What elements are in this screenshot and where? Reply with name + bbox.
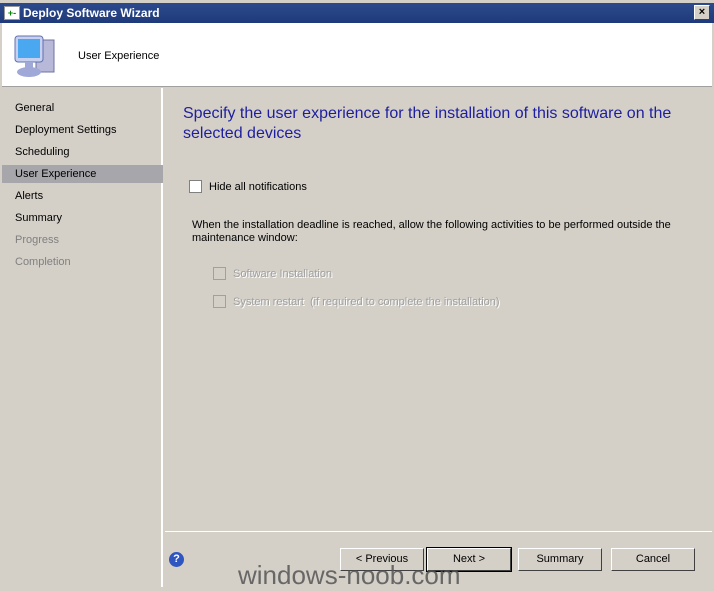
system-restart-label: System restart (if required to complete … (233, 296, 500, 308)
main-panel: Specify the user experience for the inst… (165, 88, 712, 531)
nav-general[interactable]: General (2, 99, 163, 117)
nav-summary[interactable]: Summary (2, 209, 163, 227)
deadline-text: When the installation deadline is reache… (192, 219, 671, 244)
wizard-nav: General Deployment Settings Scheduling U… (2, 88, 163, 587)
software-installation-checkbox (213, 267, 226, 280)
window-title: Deploy Software Wizard (23, 6, 160, 20)
wizard-icon: +- (4, 6, 20, 20)
close-button[interactable]: × (694, 5, 710, 20)
nav-progress: Progress (15, 234, 60, 246)
title-bar: +- Deploy Software Wizard × (0, 3, 714, 23)
hide-notifications-checkbox[interactable] (189, 180, 202, 193)
nav-user-experience[interactable]: User Experience (2, 165, 163, 183)
software-installation-label: Software Installation (233, 268, 333, 280)
header-title: User Experience (78, 50, 160, 62)
hide-notifications-label[interactable]: Hide all notifications (209, 181, 307, 193)
system-restart-checkbox (213, 295, 226, 308)
watermark: windows-noob.com (238, 560, 461, 590)
help-icon[interactable]: ? (169, 552, 184, 567)
page-heading: Specify the user experience for the inst… (183, 105, 672, 142)
nav-alerts[interactable]: Alerts (2, 187, 163, 205)
wizard-header: User Experience (2, 23, 712, 87)
cancel-button[interactable]: Cancel (611, 548, 695, 571)
nav-scheduling[interactable]: Scheduling (2, 143, 163, 161)
nav-completion: Completion (15, 256, 71, 268)
summary-button[interactable]: Summary (518, 548, 602, 571)
computer-icon (14, 35, 55, 77)
nav-deployment-settings[interactable]: Deployment Settings (2, 121, 163, 139)
